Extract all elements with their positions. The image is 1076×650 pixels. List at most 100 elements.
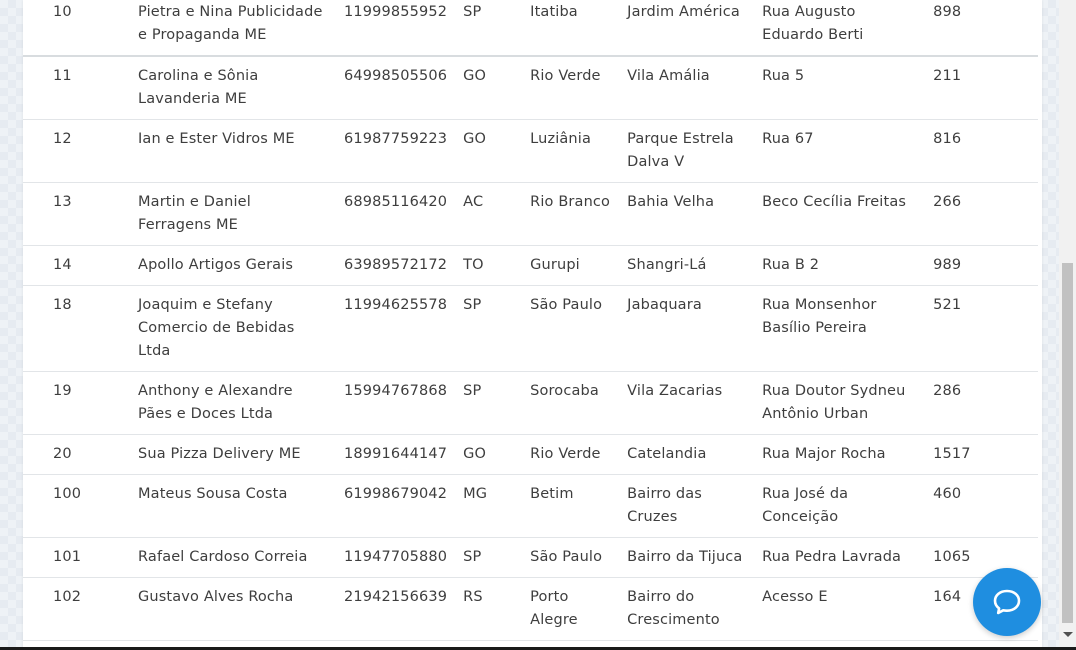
cell-phone: 15994767868 <box>336 371 456 435</box>
cell-id: 100 <box>23 474 130 538</box>
cell-neighborhood: Bairro da Tijuca <box>619 537 755 578</box>
cell-number: 521 <box>925 285 1039 372</box>
chat-bubble-icon <box>993 589 1021 615</box>
cell-city: São Paulo <box>522 285 620 372</box>
cell-name: Pietra e Nina Publicidade e Propaganda M… <box>130 0 336 57</box>
cell-city: Sorocaba <box>522 371 620 435</box>
table-row: 19 Anthony e Alexandre Pães e Doces Ltda 1… <box>23 371 1039 435</box>
cell-state: GO <box>455 119 523 183</box>
cell-number: 1517 <box>925 434 1039 475</box>
cell-neighborhood: Bairro das Cruzes <box>619 474 755 538</box>
table-body: 10 Pietra e Nina Publicidade e Propaganda… <box>23 0 1039 650</box>
scroll-down-arrow-icon[interactable] <box>1063 632 1073 637</box>
cell-name: Anthony e Alexandre Pães e Doces Ltda <box>130 371 336 435</box>
cell-city: Gurupi <box>522 245 620 286</box>
cell-city: São Paulo <box>522 537 620 578</box>
cell-state: SP <box>455 0 523 57</box>
cell-id: 20 <box>23 434 130 475</box>
table-row: 14 Apollo Artigos Gerais 63989572172 TO Guru… <box>23 245 1039 286</box>
cell-state: AC <box>455 182 523 246</box>
cell-neighborhood: Jardim América <box>619 0 755 57</box>
cell-city: Luziânia <box>522 119 620 183</box>
cell-phone: 11999855952 <box>336 0 456 57</box>
cell-phone: 21942156639 <box>336 577 456 641</box>
table-row: 102 Gustavo Alves Rocha 21942156639 RS Porto… <box>23 577 1039 641</box>
cell-name: Carolina e Sônia Lavanderia ME <box>130 56 336 120</box>
cell-neighborhood: Jabaquara <box>619 285 755 372</box>
cell-name: Rafael Cardoso Correia <box>130 537 336 578</box>
cell-number: 989 <box>925 245 1039 286</box>
cell-name: Apollo Artigos Gerais <box>130 245 336 286</box>
cell-id: 13 <box>23 182 130 246</box>
cell-id: 14 <box>23 245 130 286</box>
cell-name: Joaquim e Stefany Comercio de Bebidas Lt… <box>130 285 336 372</box>
cell-city: Betim <box>522 474 620 538</box>
page: 10 Pietra e Nina Publicidade e Propaganda… <box>0 0 1076 650</box>
cell-state: TO <box>455 245 523 286</box>
cell-phone: 68985116420 <box>336 182 456 246</box>
table-row: 12 Ian e Ester Vidros ME 61987759223 GO Luzi… <box>23 119 1039 183</box>
cell-number: 286 <box>925 371 1039 435</box>
cell-city: Itatiba <box>522 0 620 57</box>
cell-number: 460 <box>925 474 1039 538</box>
cell-street: Rua 5 <box>754 56 926 120</box>
cell-id: 18 <box>23 285 130 372</box>
cell-neighborhood: Vila Amália <box>619 56 755 120</box>
table-row: 101 Rafael Cardoso Correia 11947705880 SP Sã… <box>23 537 1039 578</box>
cell-number: 266 <box>925 182 1039 246</box>
cell-name: Martin e Daniel Ferragens ME <box>130 182 336 246</box>
cell-name: Gustavo Alves Rocha <box>130 577 336 641</box>
table-row: 18 Joaquim e Stefany Comercio de Bebidas … <box>23 285 1039 372</box>
cell-name: Mateus Sousa Costa <box>130 474 336 538</box>
cell-street: Rua Augusto Eduardo Berti <box>754 0 926 57</box>
cell-city: Rio Verde <box>522 434 620 475</box>
cell-state: GO <box>455 56 523 120</box>
cell-name: Sua Pizza Delivery ME <box>130 434 336 475</box>
cell-state: RS <box>455 577 523 641</box>
cell-state: SP <box>455 285 523 372</box>
cell-phone: 11947705880 <box>336 537 456 578</box>
cell-state: SP <box>455 371 523 435</box>
cell-phone: 18991644147 <box>336 434 456 475</box>
cell-neighborhood: Shangri-Lá <box>619 245 755 286</box>
cell-street: Acesso E <box>754 577 926 641</box>
clients-table: 10 Pietra e Nina Publicidade e Propaganda… <box>23 0 1039 650</box>
cell-phone: 61987759223 <box>336 119 456 183</box>
cell-number: 211 <box>925 56 1039 120</box>
cell-phone: 64998505506 <box>336 56 456 120</box>
cell-state: MG <box>455 474 523 538</box>
cell-id: 101 <box>23 537 130 578</box>
table-row: 10 Pietra e Nina Publicidade e Propaganda… <box>23 0 1039 57</box>
cell-number: 816 <box>925 119 1039 183</box>
cell-neighborhood: Catelandia <box>619 434 755 475</box>
cell-neighborhood: Vila Zacarias <box>619 371 755 435</box>
table-row: 100 Mateus Sousa Costa 61998679042 MG Betim B… <box>23 474 1039 538</box>
scrollbar-thumb[interactable] <box>1062 263 1073 623</box>
table-row: 11 Carolina e Sônia Lavanderia ME 64998505… <box>23 56 1039 120</box>
cell-street: Beco Cecília Freitas <box>754 182 926 246</box>
cell-street: Rua 67 <box>754 119 926 183</box>
cell-state: GO <box>455 434 523 475</box>
cell-phone: 11994625578 <box>336 285 456 372</box>
cell-city: Rio Branco <box>522 182 620 246</box>
cell-street: Rua B 2 <box>754 245 926 286</box>
cell-state: SP <box>455 537 523 578</box>
table-row: 20 Sua Pizza Delivery ME 18991644147 GO Rio … <box>23 434 1039 475</box>
cell-street: Rua Monsenhor Basílio Pereira <box>754 285 926 372</box>
table-row: 13 Martin e Daniel Ferragens ME 6898511642… <box>23 182 1039 246</box>
cell-number: 898 <box>925 0 1039 57</box>
cell-city: Rio Verde <box>522 56 620 120</box>
cell-street: Rua Doutor Sydneu Antônio Urban <box>754 371 926 435</box>
cell-neighborhood: Bahia Velha <box>619 182 755 246</box>
cell-name: Ian e Ester Vidros ME <box>130 119 336 183</box>
cell-id: 11 <box>23 56 130 120</box>
vertical-scrollbar[interactable] <box>1059 0 1076 650</box>
cell-city: Porto Alegre <box>522 577 620 641</box>
cell-id: 102 <box>23 577 130 641</box>
cell-id: 12 <box>23 119 130 183</box>
cell-street: Rua Major Rocha <box>754 434 926 475</box>
chat-button[interactable] <box>973 568 1041 636</box>
cell-id: 10 <box>23 0 130 57</box>
cell-street: Rua Pedra Lavrada <box>754 537 926 578</box>
cell-street: Rua José da Conceição <box>754 474 926 538</box>
